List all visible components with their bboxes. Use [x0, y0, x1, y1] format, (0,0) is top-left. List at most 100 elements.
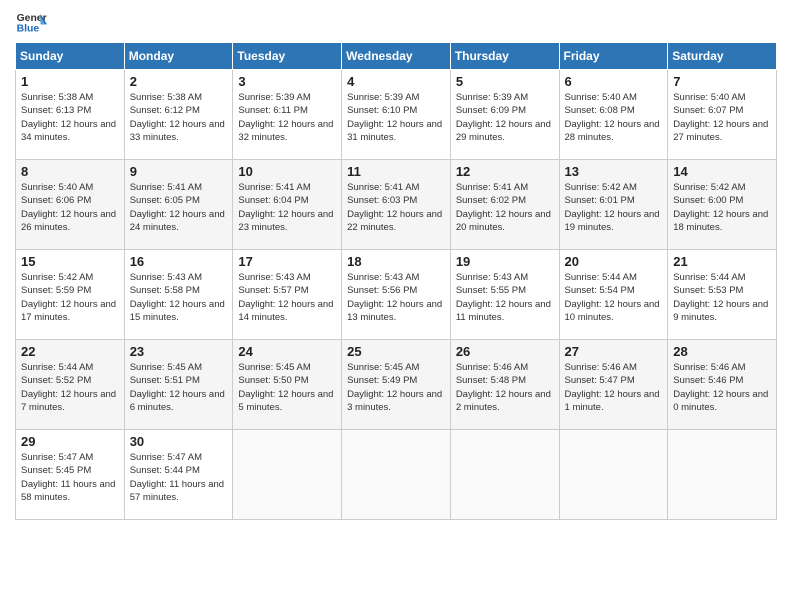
calendar-cell: 2 Sunrise: 5:38 AM Sunset: 6:12 PM Dayli… — [124, 70, 233, 160]
day-number: 29 — [21, 434, 119, 449]
calendar-cell: 1 Sunrise: 5:38 AM Sunset: 6:13 PM Dayli… — [16, 70, 125, 160]
day-info: Sunrise: 5:44 AM Sunset: 5:54 PM Dayligh… — [565, 271, 663, 324]
day-number: 21 — [673, 254, 771, 269]
day-info: Sunrise: 5:40 AM Sunset: 6:07 PM Dayligh… — [673, 91, 771, 144]
day-number: 7 — [673, 74, 771, 89]
calendar-cell: 19 Sunrise: 5:43 AM Sunset: 5:55 PM Dayl… — [450, 250, 559, 340]
day-info: Sunrise: 5:38 AM Sunset: 6:13 PM Dayligh… — [21, 91, 119, 144]
day-number: 30 — [130, 434, 228, 449]
day-number: 17 — [238, 254, 336, 269]
calendar-cell: 20 Sunrise: 5:44 AM Sunset: 5:54 PM Dayl… — [559, 250, 668, 340]
calendar-cell: 18 Sunrise: 5:43 AM Sunset: 5:56 PM Dayl… — [342, 250, 451, 340]
day-number: 11 — [347, 164, 445, 179]
day-number: 9 — [130, 164, 228, 179]
calendar-cell: 12 Sunrise: 5:41 AM Sunset: 6:02 PM Dayl… — [450, 160, 559, 250]
day-info: Sunrise: 5:41 AM Sunset: 6:04 PM Dayligh… — [238, 181, 336, 234]
calendar-cell: 8 Sunrise: 5:40 AM Sunset: 6:06 PM Dayli… — [16, 160, 125, 250]
day-info: Sunrise: 5:45 AM Sunset: 5:49 PM Dayligh… — [347, 361, 445, 414]
day-number: 14 — [673, 164, 771, 179]
day-info: Sunrise: 5:41 AM Sunset: 6:05 PM Dayligh… — [130, 181, 228, 234]
day-info: Sunrise: 5:42 AM Sunset: 6:01 PM Dayligh… — [565, 181, 663, 234]
day-info: Sunrise: 5:38 AM Sunset: 6:12 PM Dayligh… — [130, 91, 228, 144]
day-number: 25 — [347, 344, 445, 359]
day-info: Sunrise: 5:43 AM Sunset: 5:57 PM Dayligh… — [238, 271, 336, 324]
day-number: 22 — [21, 344, 119, 359]
calendar-week-row: 15 Sunrise: 5:42 AM Sunset: 5:59 PM Dayl… — [16, 250, 777, 340]
logo-icon: General Blue — [15, 10, 47, 38]
calendar-week-row: 29 Sunrise: 5:47 AM Sunset: 5:45 PM Dayl… — [16, 430, 777, 520]
calendar-cell: 5 Sunrise: 5:39 AM Sunset: 6:09 PM Dayli… — [450, 70, 559, 160]
calendar-cell: 13 Sunrise: 5:42 AM Sunset: 6:01 PM Dayl… — [559, 160, 668, 250]
calendar-cell — [450, 430, 559, 520]
calendar-week-row: 1 Sunrise: 5:38 AM Sunset: 6:13 PM Dayli… — [16, 70, 777, 160]
day-info: Sunrise: 5:45 AM Sunset: 5:50 PM Dayligh… — [238, 361, 336, 414]
day-number: 1 — [21, 74, 119, 89]
calendar-cell: 27 Sunrise: 5:46 AM Sunset: 5:47 PM Dayl… — [559, 340, 668, 430]
day-info: Sunrise: 5:41 AM Sunset: 6:02 PM Dayligh… — [456, 181, 554, 234]
day-number: 15 — [21, 254, 119, 269]
calendar-cell: 22 Sunrise: 5:44 AM Sunset: 5:52 PM Dayl… — [16, 340, 125, 430]
day-number: 26 — [456, 344, 554, 359]
day-of-week-header: Friday — [559, 43, 668, 70]
day-info: Sunrise: 5:42 AM Sunset: 6:00 PM Dayligh… — [673, 181, 771, 234]
day-number: 5 — [456, 74, 554, 89]
day-of-week-header: Tuesday — [233, 43, 342, 70]
day-of-week-header: Wednesday — [342, 43, 451, 70]
day-number: 10 — [238, 164, 336, 179]
day-of-week-header: Sunday — [16, 43, 125, 70]
calendar-cell: 16 Sunrise: 5:43 AM Sunset: 5:58 PM Dayl… — [124, 250, 233, 340]
calendar-cell: 11 Sunrise: 5:41 AM Sunset: 6:03 PM Dayl… — [342, 160, 451, 250]
day-number: 8 — [21, 164, 119, 179]
day-of-week-header: Thursday — [450, 43, 559, 70]
calendar-cell: 29 Sunrise: 5:47 AM Sunset: 5:45 PM Dayl… — [16, 430, 125, 520]
day-info: Sunrise: 5:43 AM Sunset: 5:56 PM Dayligh… — [347, 271, 445, 324]
day-number: 23 — [130, 344, 228, 359]
day-info: Sunrise: 5:43 AM Sunset: 5:55 PM Dayligh… — [456, 271, 554, 324]
day-of-week-header: Saturday — [668, 43, 777, 70]
calendar-header-row: SundayMondayTuesdayWednesdayThursdayFrid… — [16, 43, 777, 70]
day-number: 3 — [238, 74, 336, 89]
day-info: Sunrise: 5:39 AM Sunset: 6:09 PM Dayligh… — [456, 91, 554, 144]
calendar-cell: 9 Sunrise: 5:41 AM Sunset: 6:05 PM Dayli… — [124, 160, 233, 250]
calendar-cell — [342, 430, 451, 520]
day-info: Sunrise: 5:44 AM Sunset: 5:53 PM Dayligh… — [673, 271, 771, 324]
day-number: 16 — [130, 254, 228, 269]
calendar-cell: 26 Sunrise: 5:46 AM Sunset: 5:48 PM Dayl… — [450, 340, 559, 430]
page-header: General Blue — [15, 10, 777, 38]
day-info: Sunrise: 5:41 AM Sunset: 6:03 PM Dayligh… — [347, 181, 445, 234]
calendar-body: 1 Sunrise: 5:38 AM Sunset: 6:13 PM Dayli… — [16, 70, 777, 520]
calendar-week-row: 22 Sunrise: 5:44 AM Sunset: 5:52 PM Dayl… — [16, 340, 777, 430]
calendar-cell: 30 Sunrise: 5:47 AM Sunset: 5:44 PM Dayl… — [124, 430, 233, 520]
day-info: Sunrise: 5:47 AM Sunset: 5:44 PM Dayligh… — [130, 451, 228, 504]
day-number: 28 — [673, 344, 771, 359]
calendar-cell: 15 Sunrise: 5:42 AM Sunset: 5:59 PM Dayl… — [16, 250, 125, 340]
calendar-cell: 7 Sunrise: 5:40 AM Sunset: 6:07 PM Dayli… — [668, 70, 777, 160]
day-number: 4 — [347, 74, 445, 89]
day-number: 2 — [130, 74, 228, 89]
day-number: 27 — [565, 344, 663, 359]
day-number: 18 — [347, 254, 445, 269]
calendar-cell: 25 Sunrise: 5:45 AM Sunset: 5:49 PM Dayl… — [342, 340, 451, 430]
day-number: 24 — [238, 344, 336, 359]
calendar-cell: 3 Sunrise: 5:39 AM Sunset: 6:11 PM Dayli… — [233, 70, 342, 160]
calendar-cell: 23 Sunrise: 5:45 AM Sunset: 5:51 PM Dayl… — [124, 340, 233, 430]
day-info: Sunrise: 5:47 AM Sunset: 5:45 PM Dayligh… — [21, 451, 119, 504]
day-info: Sunrise: 5:40 AM Sunset: 6:08 PM Dayligh… — [565, 91, 663, 144]
calendar-cell: 6 Sunrise: 5:40 AM Sunset: 6:08 PM Dayli… — [559, 70, 668, 160]
calendar-cell: 14 Sunrise: 5:42 AM Sunset: 6:00 PM Dayl… — [668, 160, 777, 250]
day-info: Sunrise: 5:42 AM Sunset: 5:59 PM Dayligh… — [21, 271, 119, 324]
calendar-cell: 24 Sunrise: 5:45 AM Sunset: 5:50 PM Dayl… — [233, 340, 342, 430]
day-info: Sunrise: 5:43 AM Sunset: 5:58 PM Dayligh… — [130, 271, 228, 324]
calendar-cell — [233, 430, 342, 520]
calendar-cell: 10 Sunrise: 5:41 AM Sunset: 6:04 PM Dayl… — [233, 160, 342, 250]
day-number: 13 — [565, 164, 663, 179]
calendar-cell — [559, 430, 668, 520]
calendar-cell: 28 Sunrise: 5:46 AM Sunset: 5:46 PM Dayl… — [668, 340, 777, 430]
day-number: 12 — [456, 164, 554, 179]
calendar-cell: 17 Sunrise: 5:43 AM Sunset: 5:57 PM Dayl… — [233, 250, 342, 340]
day-number: 20 — [565, 254, 663, 269]
logo: General Blue — [15, 10, 47, 38]
calendar-table: SundayMondayTuesdayWednesdayThursdayFrid… — [15, 42, 777, 520]
day-info: Sunrise: 5:46 AM Sunset: 5:47 PM Dayligh… — [565, 361, 663, 414]
calendar-cell: 21 Sunrise: 5:44 AM Sunset: 5:53 PM Dayl… — [668, 250, 777, 340]
